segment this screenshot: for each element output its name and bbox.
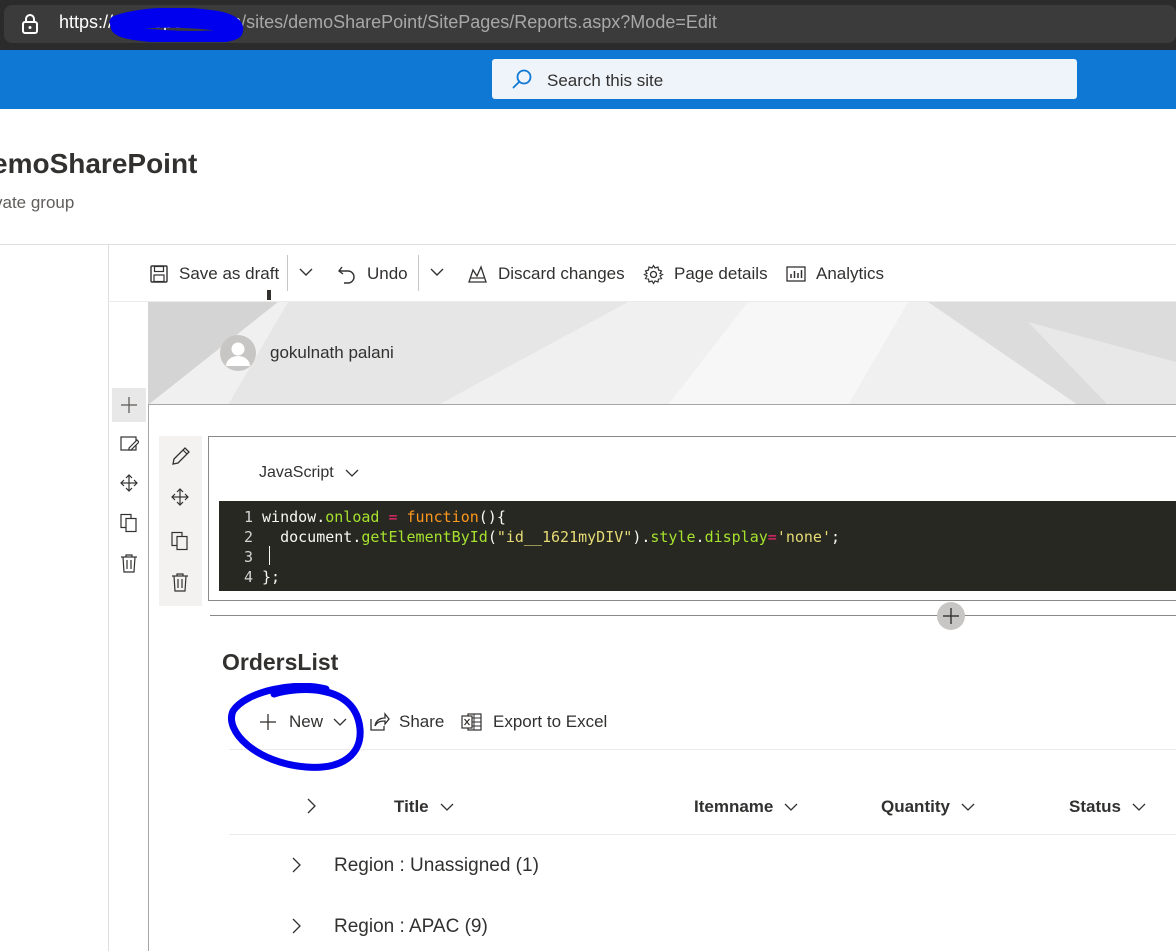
- copy-icon[interactable]: [170, 531, 190, 551]
- line-number: 4: [243, 568, 253, 586]
- line-number: 3: [243, 548, 253, 566]
- group-header-unassigned[interactable]: Region : Unassigned (1): [334, 854, 539, 878]
- chevron-down-icon: [440, 803, 454, 811]
- section-divider: [210, 615, 1176, 616]
- save-icon: [149, 264, 169, 284]
- save-as-draft-button[interactable]: Save as draft: [149, 262, 279, 286]
- url-path: /sites/demoSharePoint/SitePages/Reports.…: [241, 12, 717, 32]
- section-copy-icon[interactable]: [119, 513, 139, 533]
- code-line: 3: [219, 547, 271, 567]
- left-rail-divider: [108, 245, 109, 951]
- section-move-icon[interactable]: [119, 473, 139, 493]
- code-editor[interactable]: 1 window.onload = function(){ 2 document…: [219, 501, 1176, 591]
- column-header-quantity[interactable]: Quantity: [881, 796, 976, 818]
- code-line-text: };: [262, 568, 281, 586]
- text-cursor: [269, 546, 270, 565]
- group-expand-chevron-right-icon[interactable]: [289, 857, 303, 873]
- column-header-label: Status: [1069, 797, 1121, 816]
- column-header-title[interactable]: Title: [394, 796, 455, 818]
- column-header-label: Itemname: [694, 797, 774, 816]
- analytics-icon: [786, 265, 806, 283]
- site-subtitle: vate group: [0, 193, 75, 212]
- export-to-excel-button[interactable]: Export to Excel: [461, 710, 607, 734]
- excel-icon: [461, 712, 482, 732]
- share-label: Share: [399, 712, 445, 731]
- column-header-status[interactable]: Status: [1069, 796, 1147, 818]
- expand-all-chevron-right-icon[interactable]: [304, 798, 318, 814]
- chevron-down-icon[interactable]: [344, 466, 360, 480]
- undo-icon: [337, 264, 357, 284]
- redaction-scribble: [108, 8, 248, 42]
- add-section-plus-icon[interactable]: [112, 388, 146, 422]
- section-delete-icon[interactable]: [119, 553, 139, 573]
- page-details-label: Page details: [674, 264, 768, 283]
- list-title[interactable]: OrdersList: [222, 649, 338, 676]
- share-button[interactable]: Share: [369, 710, 444, 734]
- undo-button[interactable]: Undo: [337, 262, 408, 286]
- gear-icon: [643, 263, 664, 285]
- list-command-divider: [229, 749, 1176, 750]
- command-separator: [418, 255, 419, 291]
- move-icon[interactable]: [170, 487, 190, 507]
- edit-icon[interactable]: [170, 446, 191, 467]
- undo-options-chevron-down-icon[interactable]: [429, 264, 445, 280]
- add-web-part-plus-icon[interactable]: [937, 602, 965, 630]
- group-expand-chevron-right-icon[interactable]: [289, 918, 303, 934]
- lock-icon[interactable]: [20, 13, 40, 35]
- analytics-label: Analytics: [816, 264, 885, 283]
- header-divider: [0, 244, 1176, 245]
- column-header-label: Title: [394, 797, 429, 816]
- annotation-circle: [226, 683, 371, 773]
- page-author[interactable]: gokulnath palani: [270, 343, 394, 363]
- discard-changes-label: Discard changes: [498, 264, 625, 283]
- language-dropdown[interactable]: JavaScript: [259, 464, 334, 482]
- page-details-button[interactable]: Page details: [643, 262, 768, 286]
- column-header-itemname[interactable]: Itemname: [694, 796, 799, 818]
- chevron-down-icon: [784, 803, 798, 811]
- person-icon: [220, 335, 256, 371]
- save-options-chevron-down-icon[interactable]: [298, 264, 314, 280]
- analytics-button[interactable]: Analytics: [786, 262, 884, 286]
- discard-changes-button[interactable]: Discard changes: [467, 262, 625, 286]
- search-icon: [511, 68, 533, 90]
- chevron-down-icon: [1132, 803, 1146, 811]
- discard-icon: [467, 264, 488, 284]
- command-separator: [287, 255, 288, 291]
- group-header-apac[interactable]: Region : APAC (9): [334, 915, 488, 939]
- line-number: 2: [243, 528, 253, 546]
- chevron-down-icon: [961, 803, 975, 811]
- export-to-excel-label: Export to Excel: [493, 712, 608, 731]
- code-line: 4 };: [219, 567, 280, 587]
- share-icon: [369, 712, 390, 732]
- page-title-fragment: [264, 290, 276, 302]
- undo-label: Undo: [367, 264, 408, 283]
- search-placeholder: Search this site: [547, 71, 664, 90]
- code-line: 2 document.getElementById("id__1621myDIV…: [219, 527, 840, 547]
- delete-icon[interactable]: [170, 572, 190, 592]
- line-number: 1: [243, 508, 253, 526]
- column-header-label: Quantity: [881, 797, 950, 816]
- code-line: 1 window.onload = function(){: [219, 507, 506, 527]
- header-row-divider: [229, 834, 1176, 835]
- save-as-draft-label: Save as draft: [179, 264, 280, 283]
- section-edit-icon[interactable]: [119, 434, 139, 454]
- site-title[interactable]: emoSharePoint: [0, 148, 197, 180]
